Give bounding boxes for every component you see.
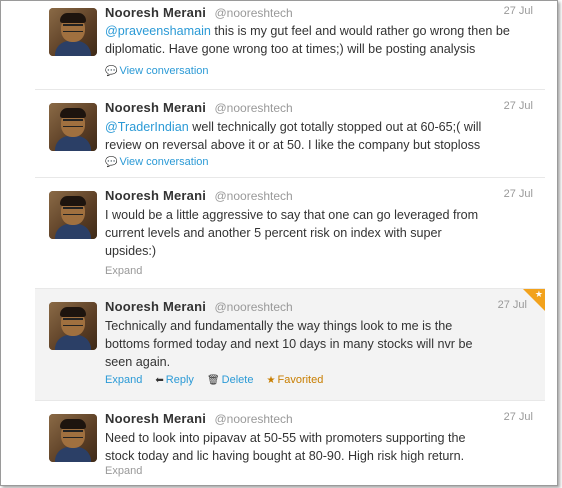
tweet-author-name[interactable]: Nooresh Merani bbox=[105, 411, 206, 426]
avatar[interactable] bbox=[49, 191, 97, 239]
tweet-text: @TraderIndian well technically got total… bbox=[105, 118, 537, 154]
expand-link[interactable]: Expand bbox=[105, 465, 142, 477]
favorited-button[interactable]: ★ Favorited bbox=[267, 374, 324, 386]
tweet-author-handle[interactable]: @nooreshtech bbox=[215, 189, 293, 203]
tweet[interactable]: Nooresh Merani @nooreshtech 27 Jul Need … bbox=[35, 401, 545, 485]
tweet-text: Need to look into pipavav at 50-55 with … bbox=[105, 429, 537, 465]
tweet-author-handle[interactable]: @nooreshtech bbox=[215, 101, 293, 115]
speech-bubble-icon: 💬 bbox=[105, 66, 118, 77]
avatar[interactable] bbox=[49, 414, 97, 462]
reply-arrow-icon: ⬅ bbox=[155, 375, 164, 386]
tweet-text-line: upsides:) bbox=[105, 244, 157, 258]
tweet-text-line: stock today and lic having bought at 80-… bbox=[105, 449, 465, 463]
tweet-author-handle[interactable]: @nooreshtech bbox=[215, 300, 293, 314]
expand-link[interactable]: Expand bbox=[105, 265, 142, 277]
reply-button[interactable]: ⬅ Reply bbox=[155, 374, 194, 386]
tweet-text-line: I would be a little aggressive to say th… bbox=[105, 208, 479, 222]
tweet-text: Technically and fundamentally the way th… bbox=[105, 317, 537, 371]
tweet-mention[interactable]: @praveenshamain bbox=[105, 24, 211, 38]
tweet-author-name[interactable]: Nooresh Merani bbox=[105, 299, 206, 314]
trash-icon: 🗑 bbox=[206, 375, 220, 386]
tweet[interactable]: Nooresh Merani @nooreshtech 27 Jul I wou… bbox=[35, 178, 545, 289]
avatar[interactable] bbox=[49, 103, 97, 151]
tweet-text-line: Need to look into pipavav at 50-55 with … bbox=[105, 431, 466, 445]
star-icon: ★ bbox=[266, 375, 276, 386]
tweet-text-line: this is my gut feel and would rather go … bbox=[210, 24, 510, 38]
star-icon: ★ bbox=[534, 289, 543, 299]
tweet[interactable]: Nooresh Merani @nooreshtech 27 Jul @Trad… bbox=[35, 90, 545, 178]
tweet-date[interactable]: 27 Jul bbox=[504, 188, 533, 200]
tweet-date[interactable]: 27 Jul bbox=[498, 299, 527, 311]
avatar[interactable] bbox=[49, 8, 97, 56]
tweet-text-line: current levels and another 5 percent ris… bbox=[105, 226, 442, 240]
tweet-text-line: bottoms formed today and next 10 days in… bbox=[105, 337, 473, 351]
tweet-author-name[interactable]: Nooresh Merani bbox=[105, 5, 206, 20]
tweet[interactable]: ★ Nooresh Merani @nooreshtech 27 Jul Tec… bbox=[35, 289, 545, 401]
tweet-date[interactable]: 27 Jul bbox=[504, 411, 533, 423]
tweet-text-line: review on reversal above it or at 50. I … bbox=[105, 138, 481, 152]
tweet-author-name[interactable]: Nooresh Merani bbox=[105, 188, 206, 203]
tweet-text-line: well technically got totally stopped out… bbox=[188, 120, 482, 134]
tweet-text: @praveenshamain this is my gut feel and … bbox=[105, 22, 537, 58]
tweet-date[interactable]: 27 Jul bbox=[504, 5, 533, 17]
tweet-mention[interactable]: @TraderIndian bbox=[105, 120, 189, 134]
tweet-author-name[interactable]: Nooresh Merani bbox=[105, 100, 206, 115]
tweet-author-handle[interactable]: @nooreshtech bbox=[215, 6, 293, 20]
tweet-text-line: seen again. bbox=[105, 355, 171, 369]
delete-button[interactable]: 🗑 Delete bbox=[207, 374, 254, 386]
tweet-text-line: Technically and fundamentally the way th… bbox=[105, 319, 453, 333]
view-conversation-link[interactable]: 💬 View conversation bbox=[105, 65, 209, 77]
tweet-date[interactable]: 27 Jul bbox=[504, 100, 533, 112]
tweet[interactable]: Nooresh Merani @nooreshtech 27 Jul @prav… bbox=[35, 1, 545, 90]
expand-link[interactable]: Expand bbox=[105, 374, 142, 386]
tweet-text: I would be a little aggressive to say th… bbox=[105, 206, 537, 260]
tweet-text-line: diplomatic. Have gone wrong too at times… bbox=[105, 42, 476, 56]
speech-bubble-icon: 💬 bbox=[105, 157, 118, 168]
view-conversation-link[interactable]: 💬 View conversation bbox=[105, 156, 209, 168]
avatar[interactable] bbox=[49, 302, 97, 350]
tweet-author-handle[interactable]: @nooreshtech bbox=[215, 412, 293, 426]
timeline-window: Nooresh Merani @nooreshtech 27 Jul @prav… bbox=[0, 0, 558, 486]
